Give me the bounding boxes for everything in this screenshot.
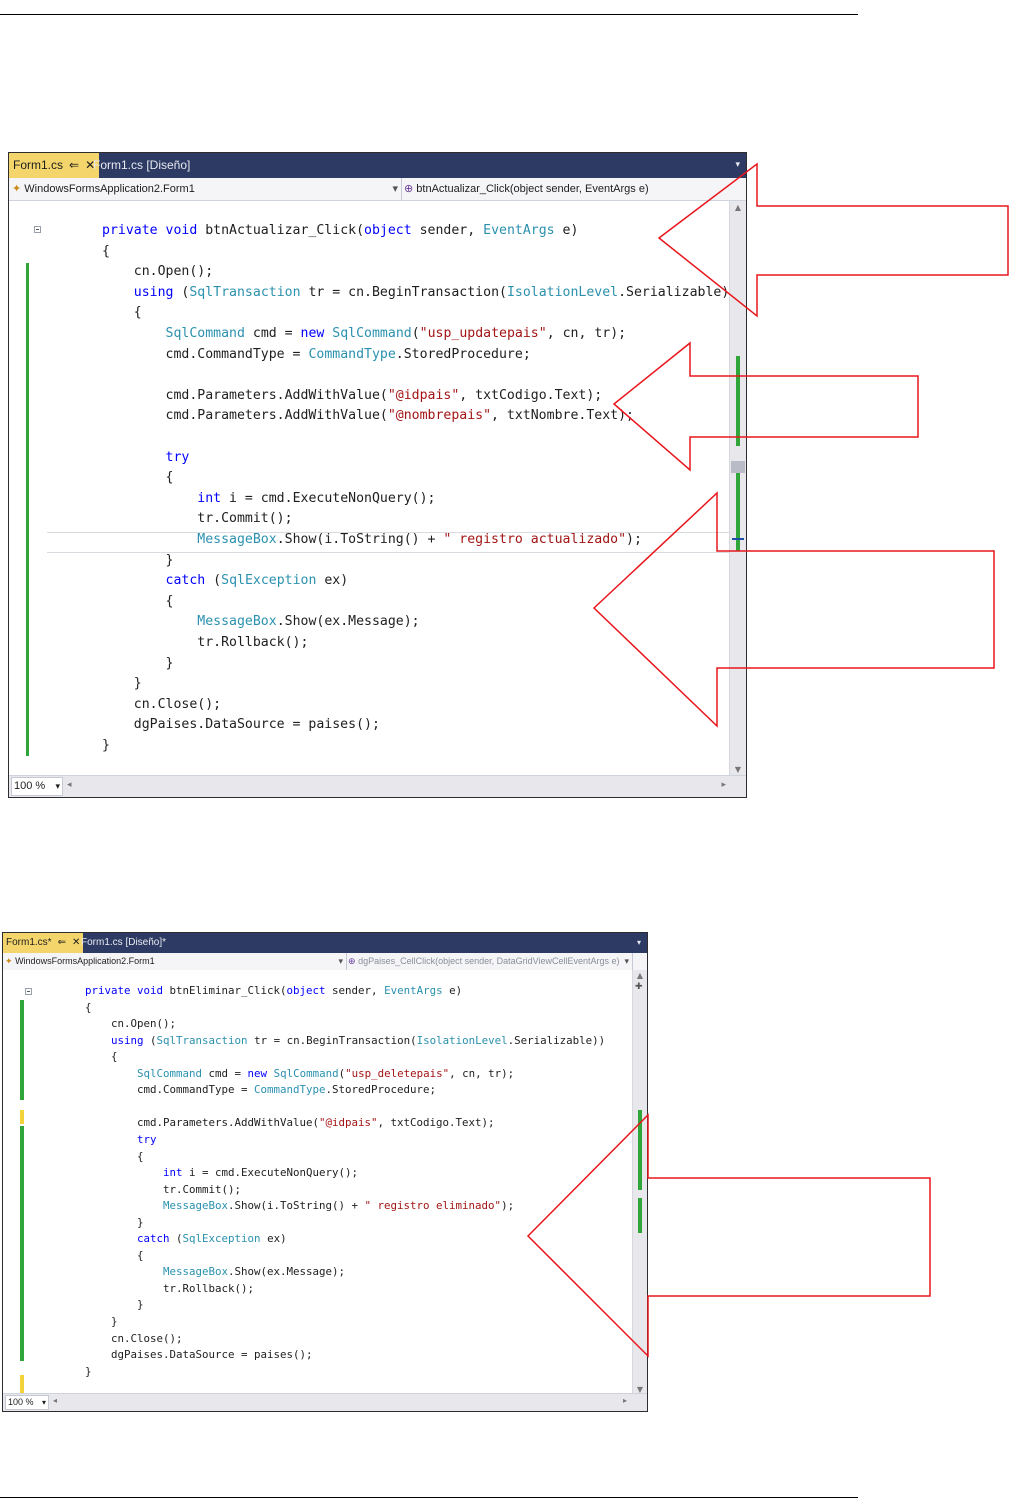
annotation-layer <box>526 162 1009 1358</box>
annotation-arrow-1 <box>657 162 1009 318</box>
annotation-arrow-2 <box>612 341 919 472</box>
annotation-arrow-3 <box>592 491 995 728</box>
annotation-arrow-4 <box>526 1113 931 1358</box>
